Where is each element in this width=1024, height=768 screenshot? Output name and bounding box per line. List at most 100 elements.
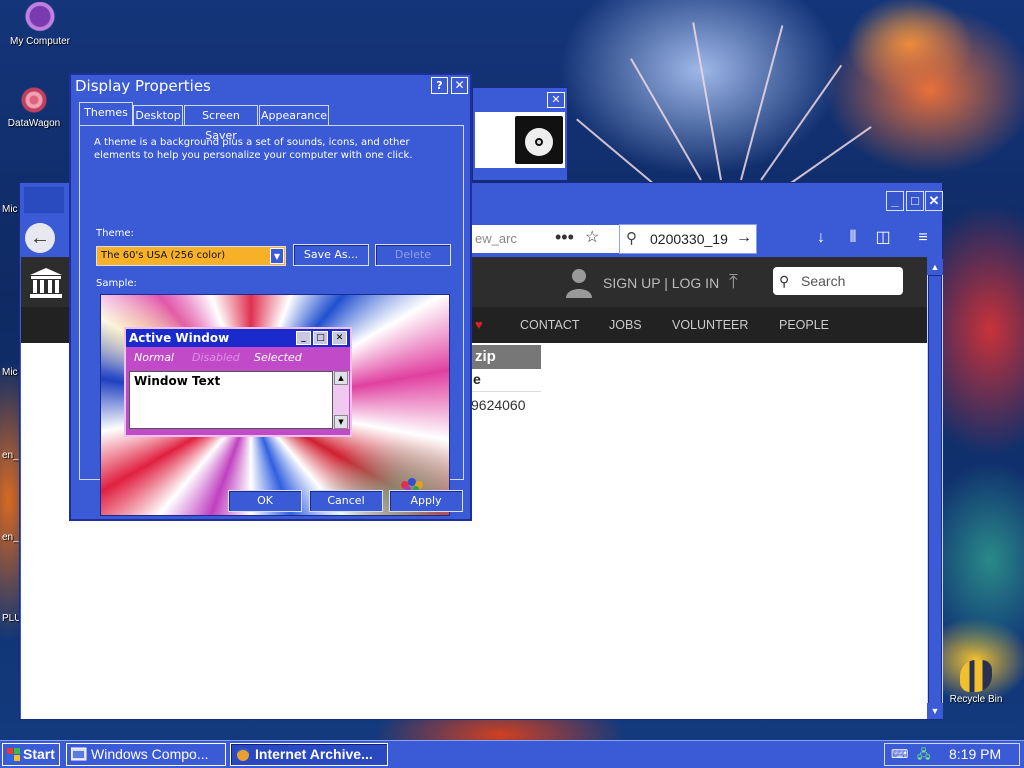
network-icon[interactable]: 🖧 bbox=[917, 744, 930, 765]
tab-screen-saver[interactable]: Screen Saver bbox=[184, 105, 258, 142]
coral-decoration bbox=[576, 118, 662, 191]
tab-appearance[interactable]: Appearance bbox=[259, 105, 329, 125]
scroll-up-arrow-icon[interactable]: ▲ bbox=[927, 259, 943, 275]
menu-item-jobs[interactable]: JOBS bbox=[609, 318, 642, 332]
scrollbar-thumb[interactable] bbox=[928, 275, 942, 705]
apply-button[interactable]: Apply bbox=[389, 490, 463, 512]
theme-select[interactable]: The 60's USA (256 color) ▼ bbox=[96, 246, 286, 266]
minimize-icon: _ bbox=[296, 331, 311, 345]
taskbar: Start Windows Compo... Internet Archive.… bbox=[0, 740, 1024, 768]
ok-button[interactable]: OK bbox=[228, 490, 302, 512]
internet-archive-icon bbox=[236, 748, 250, 761]
desktop-icon-my-computer[interactable]: My Computer bbox=[2, 2, 78, 47]
maximize-icon: □ bbox=[313, 331, 328, 345]
signup-login-link[interactable]: SIGN UP | LOG IN bbox=[603, 275, 719, 291]
coral-decoration bbox=[630, 58, 702, 181]
theme-select-value: The 60's USA (256 color) bbox=[101, 250, 226, 261]
sample-window-text: Window Text bbox=[129, 371, 333, 429]
menu-item-volunteer[interactable]: VOLUNTEER bbox=[672, 318, 748, 332]
maximize-button[interactable]: □ bbox=[906, 191, 924, 211]
scroll-down-arrow-icon[interactable]: ▼ bbox=[927, 703, 943, 719]
taskbar-item-windows-components[interactable]: Windows Compo... bbox=[66, 743, 226, 766]
menu-item-people[interactable]: PEOPLE bbox=[779, 318, 829, 332]
browser-search-field[interactable]: ⚲ 0200330_19 → bbox=[619, 224, 757, 254]
zip-number[interactable]: 9624060 bbox=[471, 397, 526, 413]
start-button[interactable]: Start bbox=[2, 743, 60, 766]
start-label: Start bbox=[23, 746, 55, 762]
recycle-bin-icon bbox=[960, 660, 992, 692]
clock[interactable]: 8:19 PM bbox=[949, 744, 1001, 765]
dialog-title: Display Properties bbox=[75, 77, 211, 95]
close-icon: ✕ bbox=[332, 331, 347, 345]
save-as-button[interactable]: Save As... bbox=[293, 244, 369, 266]
site-search-input[interactable]: ⚲ Search bbox=[773, 267, 903, 295]
desktop-edge-label[interactable]: en_ bbox=[2, 450, 19, 461]
sample-menu-disabled: Disabled bbox=[192, 351, 240, 364]
close-button[interactable]: ✕ bbox=[925, 191, 943, 211]
tab-desktop[interactable]: Desktop bbox=[133, 105, 183, 125]
desktop-icon-label: Recycle Bin bbox=[949, 694, 1003, 705]
windows-components-icon bbox=[71, 747, 87, 761]
help-button[interactable]: ? bbox=[431, 77, 448, 94]
desktop-icon-datawagon[interactable]: DataWagon bbox=[0, 84, 72, 129]
cd-package-icon bbox=[515, 116, 563, 164]
close-button[interactable]: ✕ bbox=[451, 77, 468, 94]
go-arrow-icon[interactable]: → bbox=[736, 224, 752, 252]
desktop-icon-label: DataWagon bbox=[7, 118, 61, 129]
theme-description: A theme is a background plus a set of so… bbox=[94, 137, 413, 161]
browser-tab-strip[interactable] bbox=[24, 187, 64, 213]
site-search-placeholder: Search bbox=[801, 273, 846, 289]
download-icon[interactable]: ↓ bbox=[809, 225, 833, 251]
minimize-button[interactable]: _ bbox=[886, 191, 904, 211]
page-actions-icon[interactable]: ••• bbox=[555, 225, 574, 249]
browser-search-text: 0200330_19 bbox=[650, 231, 728, 247]
archive-logo-icon[interactable] bbox=[29, 267, 63, 299]
background-window[interactable]: ✕ bbox=[472, 87, 568, 181]
library-icon[interactable]: ⫴ bbox=[841, 225, 865, 251]
bookmark-star-icon[interactable]: ☆ bbox=[585, 227, 599, 247]
sidebar-icon[interactable]: ◫ bbox=[871, 225, 895, 251]
sample-window-menu: Normal Disabled Selected bbox=[126, 349, 350, 367]
desktop-edge-label[interactable]: Mic bbox=[2, 367, 18, 378]
menu-item-contact[interactable]: CONTACT bbox=[520, 318, 580, 332]
upload-icon[interactable]: ⤒ bbox=[729, 271, 738, 294]
taskbar-item-label: Windows Compo... bbox=[91, 746, 209, 762]
chevron-down-icon[interactable]: ▼ bbox=[270, 248, 284, 264]
cancel-button[interactable]: Cancel bbox=[309, 490, 383, 512]
zip-subheading: e bbox=[473, 371, 481, 387]
user-avatar-icon[interactable] bbox=[565, 267, 593, 299]
keyboard-icon[interactable]: ⌨ bbox=[891, 744, 908, 765]
desktop-edge-label[interactable]: en_ bbox=[2, 532, 19, 543]
system-tray: ⌨ 🖧 8:19 PM bbox=[884, 743, 1020, 766]
down-arrow-icon: ▼ bbox=[334, 415, 348, 429]
desktop-icon-recycle-bin[interactable]: Recycle Bin bbox=[938, 660, 1014, 705]
theme-sample-preview: Active Window _ □ ✕ Normal Disabled Sele… bbox=[100, 294, 450, 516]
url-bar[interactable]: ew_arc bbox=[471, 225, 627, 253]
sample-scrollbar: ▲ ▼ bbox=[333, 371, 349, 429]
themes-panel: A theme is a background plus a set of so… bbox=[79, 125, 464, 516]
desktop-edge-label[interactable]: Mic bbox=[2, 204, 18, 215]
taskbar-item-label: Internet Archive... bbox=[255, 746, 373, 762]
divider bbox=[471, 391, 541, 392]
sample-active-window: Active Window _ □ ✕ Normal Disabled Sele… bbox=[124, 327, 352, 437]
back-arrow-icon[interactable]: ← bbox=[25, 223, 55, 253]
sample-menu-normal: Normal bbox=[134, 351, 174, 364]
sample-label: Sample: bbox=[96, 278, 137, 289]
my-computer-icon bbox=[24, 2, 56, 34]
close-button[interactable]: ✕ bbox=[547, 92, 565, 108]
background-window-content bbox=[475, 112, 565, 168]
zip-column-header: zip bbox=[471, 345, 541, 369]
up-arrow-icon: ▲ bbox=[334, 371, 348, 385]
coral-decoration bbox=[692, 22, 722, 181]
desktop-icon-label: My Computer bbox=[9, 36, 70, 47]
datawagon-icon bbox=[18, 84, 50, 116]
search-icon: ⚲ bbox=[779, 273, 790, 289]
hamburger-menu-icon[interactable]: ≡ bbox=[911, 225, 935, 251]
heart-icon[interactable]: ♥ bbox=[475, 317, 483, 332]
theme-label: Theme: bbox=[96, 228, 134, 239]
display-properties-dialog[interactable]: Display Properties ? ✕ Themes Desktop Sc… bbox=[69, 73, 472, 521]
delete-button[interactable]: Delete bbox=[375, 244, 451, 266]
taskbar-item-internet-archive[interactable]: Internet Archive... bbox=[230, 743, 388, 766]
vertical-scrollbar[interactable]: ▲ ▼ bbox=[927, 259, 943, 719]
tab-themes[interactable]: Themes bbox=[79, 102, 133, 126]
